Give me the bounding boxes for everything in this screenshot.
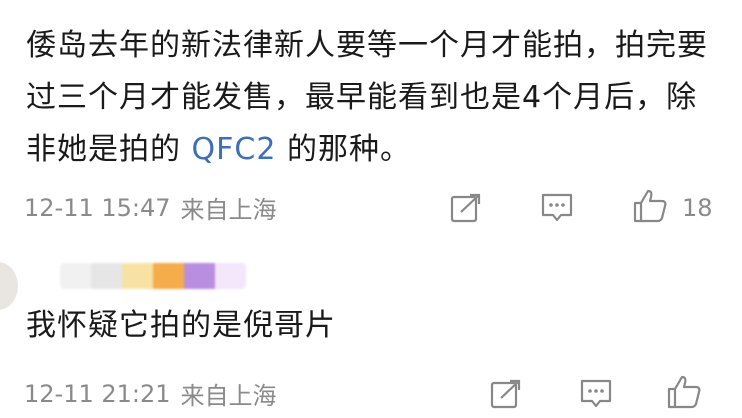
share-button[interactable] bbox=[486, 376, 526, 412]
share-icon bbox=[450, 193, 481, 223]
location: 来自上海 bbox=[180, 382, 277, 410]
comment-text: 我怀疑它拍的是倪哥片 bbox=[26, 308, 336, 343]
blur-segment bbox=[60, 263, 91, 289]
reply-button[interactable] bbox=[537, 190, 577, 226]
comment-icon bbox=[580, 379, 612, 408]
blur-segment bbox=[122, 263, 153, 289]
like-button[interactable] bbox=[630, 188, 670, 224]
timestamp: 12-11 21:21 bbox=[24, 379, 171, 408]
share-button[interactable] bbox=[446, 190, 486, 226]
comment-meta: 12-11 15:47 来自上海 bbox=[24, 190, 277, 225]
blur-segment bbox=[153, 263, 184, 289]
timestamp: 12-11 15:47 bbox=[24, 193, 171, 222]
like-icon bbox=[667, 375, 701, 409]
comment-icon bbox=[541, 193, 573, 222]
qfc2-link[interactable]: QFC2 bbox=[192, 132, 277, 167]
avatar[interactable] bbox=[0, 262, 18, 310]
like-icon bbox=[633, 189, 667, 223]
comment-2: 我怀疑它拍的是倪哥片 12-11 21:21 来自上海 bbox=[0, 240, 742, 418]
share-icon bbox=[490, 379, 521, 409]
like-count: 18 bbox=[682, 194, 713, 222]
blur-segment bbox=[91, 263, 122, 289]
like-button[interactable] bbox=[664, 374, 704, 410]
comment-1: 倭岛去年的新法律新人要等一个月才能拍，拍完要过三个月才能发售，最早能看到也是4个… bbox=[0, 0, 742, 240]
comment-meta: 12-11 21:21 来自上海 bbox=[24, 376, 277, 411]
reply-button[interactable] bbox=[576, 376, 616, 412]
comment-text: 倭岛去年的新法律新人要等一个月才能拍，拍完要过三个月才能发售，最早能看到也是4个… bbox=[26, 28, 708, 167]
username-blurred[interactable] bbox=[60, 263, 246, 289]
blur-segment bbox=[215, 263, 246, 289]
location: 来自上海 bbox=[180, 196, 277, 224]
blur-segment bbox=[184, 263, 215, 289]
